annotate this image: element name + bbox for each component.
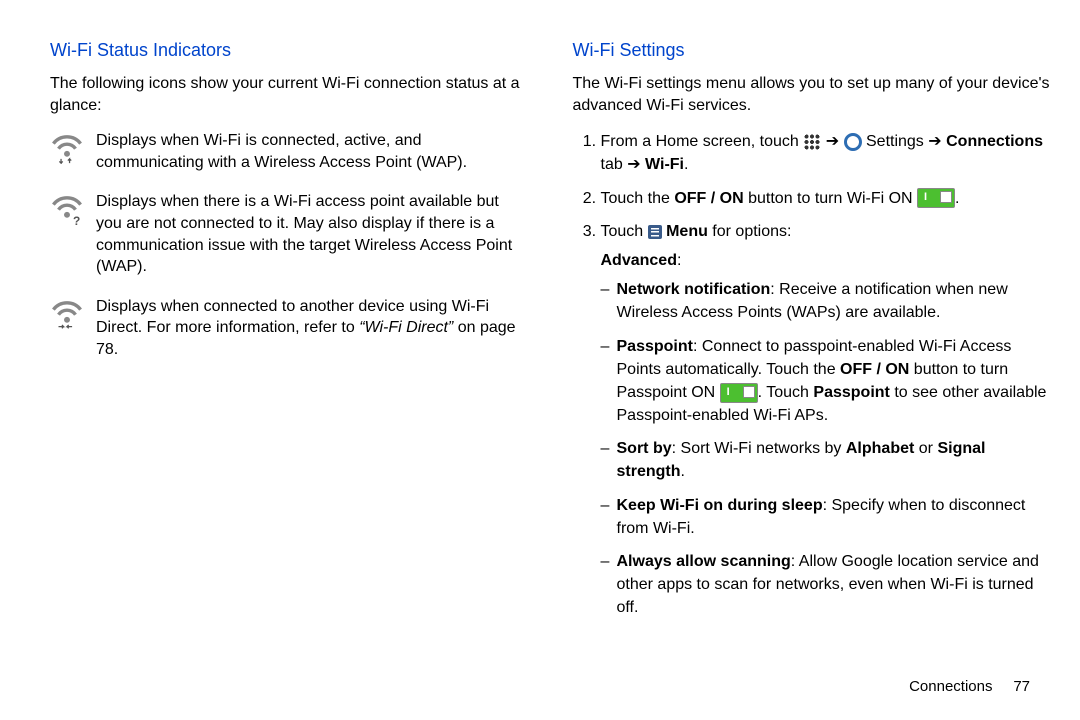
step1-arrow1: ➔	[821, 133, 843, 150]
step-2: Touch the OFF / ON button to turn Wi-Fi …	[601, 187, 1051, 210]
footer-section: Connections	[909, 678, 992, 695]
step1-pre: From a Home screen, touch	[601, 133, 804, 150]
step2-end: .	[955, 190, 959, 207]
wifi-direct-icon	[50, 296, 84, 361]
sortby-label: Sort by	[617, 440, 672, 457]
menu-icon	[648, 225, 662, 239]
passpoint-toggle-on-icon	[720, 383, 758, 403]
advanced-heading: Advanced:	[601, 249, 1051, 272]
step1-settings-text: Settings ➔	[862, 133, 947, 150]
indicator-active-desc: Displays when Wi-Fi is connected, active…	[96, 130, 528, 173]
advanced-list: Network notification: Receive a notifica…	[601, 278, 1051, 619]
step1-tab: tab ➔	[601, 156, 646, 173]
passpoint-label2: Passpoint	[813, 384, 889, 401]
sortby-t2: or	[914, 440, 937, 457]
step3-menu-label: Menu	[662, 223, 708, 240]
sub-sortby: Sort by: Sort Wi-Fi networks by Alphabet…	[601, 437, 1051, 483]
indicator-direct-desc: Displays when connected to another devic…	[96, 296, 528, 361]
settings-gear-icon	[844, 133, 862, 151]
step-3: Touch Menu for options: Advanced: Networ…	[601, 220, 1051, 620]
step3-pre: Touch	[601, 223, 648, 240]
footer-page: 77	[1013, 678, 1030, 695]
alwaysscan-label: Always allow scanning	[617, 553, 791, 570]
indicator-row-direct: Displays when connected to another devic…	[50, 296, 528, 361]
left-heading: Wi-Fi Status Indicators	[50, 40, 528, 61]
right-intro: The Wi-Fi settings menu allows you to se…	[573, 73, 1051, 116]
indicator-row-available: ? Displays when there is a Wi-Fi access …	[50, 191, 528, 277]
step1-wifi: Wi-Fi	[645, 156, 684, 173]
indicator-available-desc: Displays when there is a Wi-Fi access po…	[96, 191, 528, 277]
wifi-toggle-on-icon	[917, 188, 955, 208]
left-column: Wi-Fi Status Indicators The following ic…	[50, 40, 528, 630]
page-footer: Connections 77	[909, 678, 1030, 695]
sub-alwaysscan: Always allow scanning: Allow Google loca…	[601, 550, 1051, 620]
keepon-label: Keep Wi-Fi on during sleep	[617, 497, 823, 514]
settings-steps: From a Home screen, touch ➔ Settings ➔ C…	[573, 130, 1051, 619]
right-column: Wi-Fi Settings The Wi-Fi settings menu a…	[573, 40, 1051, 630]
step2-offon: OFF / ON	[674, 190, 743, 207]
passpoint-t3: . Touch	[758, 384, 814, 401]
wifi-direct-link[interactable]: “Wi-Fi Direct”	[359, 319, 453, 336]
wifi-active-icon	[50, 130, 84, 173]
advanced-heading-text: Advanced	[601, 252, 677, 269]
sortby-t1: : Sort Wi-Fi networks by	[672, 440, 846, 457]
sortby-alphabet: Alphabet	[846, 440, 914, 457]
right-heading: Wi-Fi Settings	[573, 40, 1051, 61]
passpoint-label: Passpoint	[617, 338, 693, 355]
step-1: From a Home screen, touch ➔ Settings ➔ C…	[601, 130, 1051, 176]
svg-text:?: ?	[73, 214, 80, 225]
sub-passpoint: Passpoint: Connect to passpoint-enabled …	[601, 335, 1051, 428]
passpoint-offon: OFF / ON	[840, 361, 909, 378]
step3-post: for options:	[708, 223, 792, 240]
sortby-t3: .	[681, 463, 685, 480]
wifi-question-icon: ?	[50, 191, 84, 277]
netnotif-label: Network notification	[617, 281, 771, 298]
indicator-row-active: Displays when Wi-Fi is connected, active…	[50, 130, 528, 173]
apps-icon	[803, 133, 821, 151]
sub-network-notif: Network notification: Receive a notifica…	[601, 278, 1051, 324]
step1-connections: Connections	[946, 133, 1043, 150]
sub-keepon: Keep Wi-Fi on during sleep: Specify when…	[601, 494, 1051, 540]
step2-pre: Touch the	[601, 190, 675, 207]
step2-mid: button to turn Wi-Fi ON	[744, 190, 917, 207]
left-intro: The following icons show your current Wi…	[50, 73, 528, 116]
